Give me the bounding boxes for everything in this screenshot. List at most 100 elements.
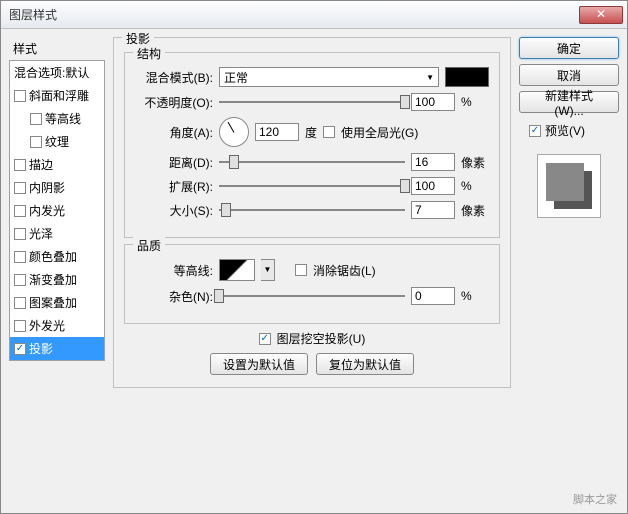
noise-slider[interactable]: [219, 288, 405, 304]
global-light-checkbox[interactable]: [323, 126, 335, 138]
distance-slider[interactable]: [219, 154, 405, 170]
knockout-label: 图层挖空投影(U): [277, 330, 366, 347]
sidebar-item-label: 投影: [29, 340, 53, 357]
size-unit: 像素: [461, 202, 489, 219]
close-button[interactable]: ✕: [579, 6, 623, 24]
titlebar: 图层样式 ✕: [1, 1, 627, 29]
distance-row: 距离(D): 像素: [135, 153, 489, 171]
sidebar-item-label: 斜面和浮雕: [29, 87, 89, 104]
sidebar-item-label: 图案叠加: [29, 294, 77, 311]
sidebar-item[interactable]: 纹理: [10, 130, 104, 153]
contour-label: 等高线:: [135, 262, 213, 279]
noise-unit: %: [461, 289, 489, 303]
right-column: 确定 取消 新建样式(W)... 预览(V): [519, 37, 619, 505]
set-default-button[interactable]: 设置为默认值: [210, 353, 308, 375]
new-style-button[interactable]: 新建样式(W)...: [519, 91, 619, 113]
cancel-button[interactable]: 取消: [519, 64, 619, 86]
size-row: 大小(S): 像素: [135, 201, 489, 219]
angle-label: 角度(A):: [135, 124, 213, 141]
noise-row: 杂色(N): %: [135, 287, 489, 305]
sidebar-item[interactable]: 内阴影: [10, 176, 104, 199]
sidebar-item[interactable]: 描边: [10, 153, 104, 176]
sidebar-item-label: 外发光: [29, 317, 65, 334]
sidebar-item-checkbox[interactable]: [14, 320, 26, 332]
styles-sidebar: 样式 混合选项:默认 斜面和浮雕等高线纹理描边内阴影内发光光泽颜色叠加渐变叠加图…: [9, 37, 105, 505]
ok-button[interactable]: 确定: [519, 37, 619, 59]
sidebar-item-checkbox[interactable]: [14, 90, 26, 102]
shadow-color-swatch[interactable]: [445, 67, 489, 87]
sidebar-item-checkbox[interactable]: [14, 205, 26, 217]
sidebar-item[interactable]: 图案叠加: [10, 291, 104, 314]
knockout-checkbox[interactable]: [259, 333, 271, 345]
sidebar-item-label: 纹理: [45, 133, 69, 150]
sidebar-item-checkbox[interactable]: [14, 159, 26, 171]
sidebar-header: 样式: [9, 37, 105, 60]
sidebar-item-checkbox[interactable]: [30, 136, 42, 148]
reset-default-button[interactable]: 复位为默认值: [316, 353, 414, 375]
noise-input[interactable]: [411, 287, 455, 305]
preview-row: 预览(V): [519, 118, 619, 143]
sidebar-item-checkbox[interactable]: [14, 297, 26, 309]
sidebar-item-label: 内阴影: [29, 179, 65, 196]
sidebar-item-label: 渐变叠加: [29, 271, 77, 288]
angle-input[interactable]: [255, 123, 299, 141]
opacity-label: 不透明度(O):: [135, 94, 213, 111]
sidebar-item-checkbox[interactable]: [30, 113, 42, 125]
preview-layer-icon: [546, 163, 584, 201]
sidebar-item[interactable]: 渐变叠加: [10, 268, 104, 291]
sidebar-item-label: 等高线: [45, 110, 81, 127]
structure-legend: 结构: [133, 45, 165, 62]
contour-dropdown-button[interactable]: ▼: [261, 259, 275, 281]
opacity-unit: %: [461, 95, 489, 109]
quality-group: 品质 等高线: ▼ 消除锯齿(L) 杂色(N): %: [124, 244, 500, 324]
structure-group: 结构 混合模式(B): 正常 ▼ 不透明度(O):: [124, 52, 500, 238]
angle-row: 角度(A): 度 使用全局光(G): [135, 117, 489, 147]
sidebar-item-label: 内发光: [29, 202, 65, 219]
spread-row: 扩展(R): %: [135, 177, 489, 195]
antialias-checkbox[interactable]: [295, 264, 307, 276]
size-slider[interactable]: [219, 202, 405, 218]
spread-unit: %: [461, 179, 489, 193]
sidebar-item[interactable]: 斜面和浮雕: [10, 84, 104, 107]
spread-slider[interactable]: [219, 178, 405, 194]
sidebar-item-label: 光泽: [29, 225, 53, 242]
sidebar-item-checkbox[interactable]: [14, 182, 26, 194]
sidebar-blend-default[interactable]: 混合选项:默认: [10, 61, 104, 84]
global-light-label: 使用全局光(G): [341, 124, 418, 141]
blend-mode-row: 混合模式(B): 正常 ▼: [135, 67, 489, 87]
opacity-slider[interactable]: [219, 94, 405, 110]
sidebar-item-label: 描边: [29, 156, 53, 173]
sidebar-item[interactable]: 等高线: [10, 107, 104, 130]
sidebar-item[interactable]: 颜色叠加: [10, 245, 104, 268]
settings-panel: 投影 结构 混合模式(B): 正常 ▼ 不透明度(O):: [113, 37, 511, 505]
distance-unit: 像素: [461, 154, 489, 171]
default-buttons-row: 设置为默认值 复位为默认值: [124, 353, 500, 375]
sidebar-item[interactable]: 光泽: [10, 222, 104, 245]
sidebar-item-checkbox[interactable]: [14, 274, 26, 286]
spread-label: 扩展(R):: [135, 178, 213, 195]
preview-checkbox[interactable]: [529, 125, 541, 137]
distance-input[interactable]: [411, 153, 455, 171]
knockout-row: 图层挖空投影(U): [124, 330, 500, 347]
sidebar-item[interactable]: 内发光: [10, 199, 104, 222]
angle-dial[interactable]: [219, 117, 249, 147]
layer-style-dialog: 图层样式 ✕ 样式 混合选项:默认 斜面和浮雕等高线纹理描边内阴影内发光光泽颜色…: [0, 0, 628, 514]
sidebar-item-checkbox[interactable]: [14, 343, 26, 355]
size-label: 大小(S):: [135, 202, 213, 219]
sidebar-item[interactable]: 投影: [10, 337, 104, 360]
opacity-input[interactable]: [411, 93, 455, 111]
content-area: 样式 混合选项:默认 斜面和浮雕等高线纹理描边内阴影内发光光泽颜色叠加渐变叠加图…: [1, 29, 627, 513]
spread-input[interactable]: [411, 177, 455, 195]
noise-label: 杂色(N):: [135, 288, 213, 305]
sidebar-item-checkbox[interactable]: [14, 251, 26, 263]
blend-mode-dropdown[interactable]: 正常 ▼: [219, 67, 439, 87]
contour-picker[interactable]: [219, 259, 255, 281]
sidebar-item-checkbox[interactable]: [14, 228, 26, 240]
sidebar-item[interactable]: 外发光: [10, 314, 104, 337]
size-input[interactable]: [411, 201, 455, 219]
sidebar-list: 混合选项:默认 斜面和浮雕等高线纹理描边内阴影内发光光泽颜色叠加渐变叠加图案叠加…: [9, 60, 105, 361]
blend-mode-label: 混合模式(B):: [135, 69, 213, 86]
antialias-label: 消除锯齿(L): [313, 262, 376, 279]
angle-unit: 度: [305, 124, 317, 141]
opacity-row: 不透明度(O): %: [135, 93, 489, 111]
